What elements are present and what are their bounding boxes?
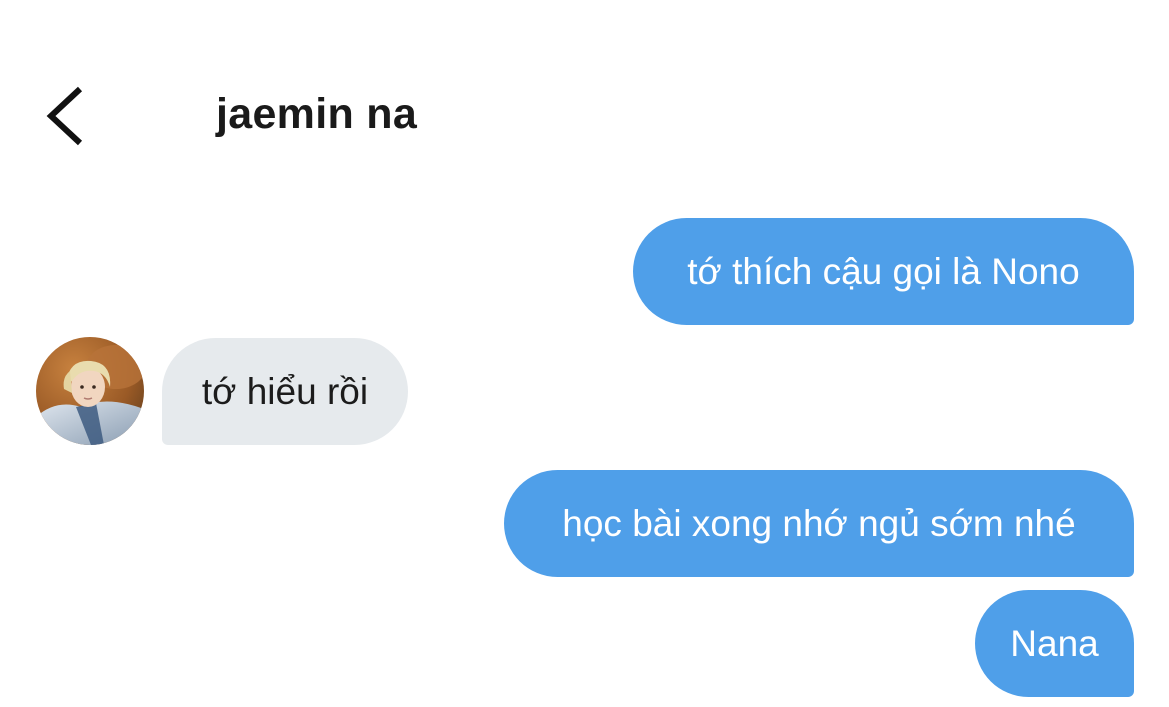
message-bubble-sent[interactable]: học bài xong nhớ ngủ sớm nhé <box>504 470 1134 577</box>
contact-name-title[interactable]: jaemin na <box>216 88 417 140</box>
message-bubble-sent[interactable]: Nana <box>975 590 1134 697</box>
chevron-left-icon <box>38 80 98 152</box>
chat-header: jaemin na <box>0 0 1169 200</box>
avatar-photo-icon <box>36 337 144 445</box>
contact-avatar[interactable] <box>36 337 144 445</box>
message-bubble-sent[interactable]: tớ thích cậu gọi là Nono <box>633 218 1134 325</box>
back-button[interactable] <box>38 80 98 152</box>
message-bubble-received[interactable]: tớ hiểu rồi <box>162 338 408 445</box>
